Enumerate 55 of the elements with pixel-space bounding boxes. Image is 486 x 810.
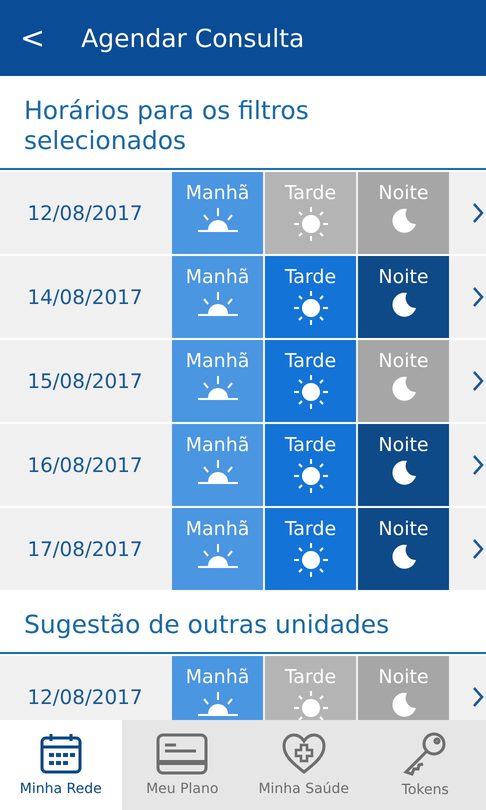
period-tile[interactable]: Noite xyxy=(358,424,449,506)
card-icon xyxy=(156,733,208,775)
period-tile[interactable]: Tarde xyxy=(265,340,356,422)
sunrise-icon xyxy=(196,458,240,486)
sunrise-icon xyxy=(196,690,240,718)
heart-plus-icon xyxy=(280,733,327,775)
date-label: 15/08/2017 xyxy=(26,368,144,395)
date-label: 12/08/2017 xyxy=(26,200,144,227)
chevron-right-icon[interactable] xyxy=(471,454,485,476)
period-tile[interactable]: Noite xyxy=(358,256,449,338)
chevron-right-icon[interactable] xyxy=(471,286,485,308)
period-tile[interactable]: Manhã xyxy=(172,508,263,590)
section-title: Horários para os filtros selecionados xyxy=(0,76,486,170)
period-tile[interactable]: Manhã xyxy=(172,424,263,506)
period-tile[interactable]: Tarde xyxy=(265,424,356,506)
period-tile[interactable]: Noite xyxy=(358,340,449,422)
period-tile[interactable]: Tarde xyxy=(265,508,356,590)
sun-icon xyxy=(292,374,328,410)
period-tile[interactable]: Noite xyxy=(358,656,449,720)
date-row[interactable]: 14/08/2017 Manhã Tarde Noite xyxy=(0,256,486,338)
period-tile[interactable]: Manhã xyxy=(172,656,263,720)
sun-icon xyxy=(292,542,328,578)
period-tile[interactable]: Manhã xyxy=(172,172,263,254)
sun-icon xyxy=(292,290,328,326)
chevron-right-icon[interactable] xyxy=(471,370,485,392)
period-tile[interactable]: Noite xyxy=(358,508,449,590)
chevron-right-icon[interactable] xyxy=(471,202,485,224)
date-row[interactable]: 17/08/2017 Manhã Tarde Noite xyxy=(0,508,486,590)
calendar-icon xyxy=(38,733,83,775)
sunrise-icon xyxy=(196,290,240,318)
date-row[interactable]: 12/08/2017 Manhã Tarde Noite xyxy=(0,656,486,720)
date-label: 16/08/2017 xyxy=(26,452,144,479)
chevron-right-icon[interactable] xyxy=(471,686,485,708)
key-icon xyxy=(402,732,448,776)
sunrise-icon xyxy=(196,542,240,570)
period-tile[interactable]: Noite xyxy=(358,172,449,254)
chevron-right-icon[interactable] xyxy=(471,538,485,560)
sunrise-icon xyxy=(196,374,240,402)
sun-icon xyxy=(292,206,328,242)
date-row[interactable]: 16/08/2017 Manhã Tarde Noite xyxy=(0,424,486,506)
back-button[interactable]: < xyxy=(14,20,52,56)
sunrise-icon xyxy=(196,206,240,234)
section-title: Sugestão de outras unidades xyxy=(0,590,486,654)
sun-icon xyxy=(292,690,328,720)
period-tile[interactable]: Tarde xyxy=(265,256,356,338)
date-label: 14/08/2017 xyxy=(26,284,144,311)
date-row[interactable]: 12/08/2017 Manhã Tarde Noite xyxy=(0,172,486,254)
page-title: Agendar Consulta xyxy=(81,24,304,52)
date-label: 12/08/2017 xyxy=(26,684,144,711)
date-label: 17/08/2017 xyxy=(26,536,144,563)
nav-tab[interactable]: Minha Rede xyxy=(0,720,122,810)
date-row[interactable]: 15/08/2017 Manhã Tarde Noite xyxy=(0,340,486,422)
period-tile[interactable]: Manhã xyxy=(172,256,263,338)
sun-icon xyxy=(292,458,328,494)
period-tile[interactable]: Manhã xyxy=(172,340,263,422)
